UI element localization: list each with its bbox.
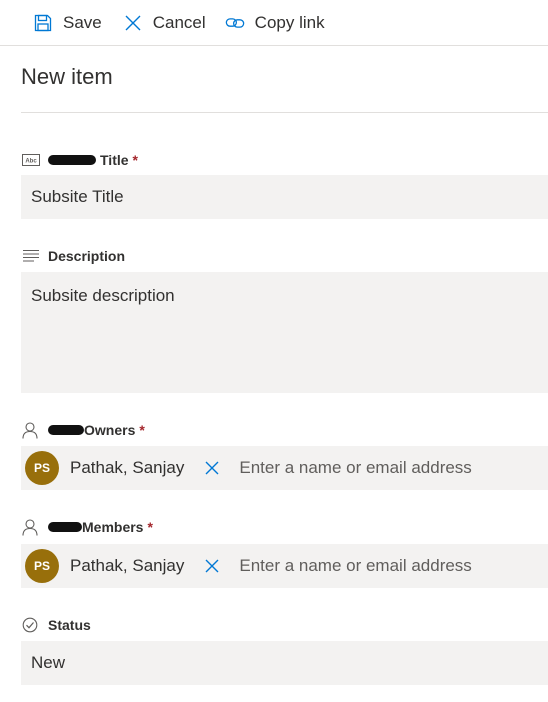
members-search-input[interactable] bbox=[239, 549, 500, 583]
title-field-label: Abc Title * bbox=[22, 151, 138, 169]
required-marker: * bbox=[132, 152, 138, 168]
members-label-text: Members bbox=[82, 519, 144, 535]
member-persona-name: Pathak, Sanjay bbox=[70, 556, 185, 575]
link-icon bbox=[225, 13, 245, 33]
description-field[interactable]: Subsite description bbox=[21, 272, 548, 393]
owners-search-input[interactable] bbox=[239, 451, 500, 485]
choice-check-icon bbox=[22, 616, 42, 634]
title-divider bbox=[21, 112, 548, 113]
remove-member-button[interactable] bbox=[196, 549, 228, 583]
person-icon bbox=[22, 421, 42, 439]
description-label-text: Description bbox=[48, 248, 126, 264]
command-bar: Save Cancel Copy link bbox=[0, 0, 548, 46]
remove-owner-button[interactable] bbox=[196, 451, 228, 485]
owners-people-picker[interactable]: PS Pathak, Sanjay bbox=[21, 446, 548, 490]
cancel-label: Cancel bbox=[152, 12, 206, 32]
member-persona-chip[interactable]: PS Pathak, Sanjay bbox=[25, 549, 229, 583]
status-label-text: Status bbox=[48, 617, 91, 633]
copy-link-label: Copy link bbox=[254, 12, 325, 32]
title-value: Subsite Title bbox=[31, 187, 124, 206]
avatar: PS bbox=[25, 451, 59, 485]
close-icon bbox=[205, 461, 219, 475]
panel-title: New item bbox=[21, 64, 113, 89]
redacted-text bbox=[48, 155, 96, 165]
avatar: PS bbox=[25, 549, 59, 583]
owners-label-text: Owners bbox=[84, 422, 136, 438]
person-icon bbox=[22, 518, 42, 536]
copy-link-button[interactable]: Copy link bbox=[225, 3, 325, 43]
description-value: Subsite description bbox=[31, 286, 175, 305]
members-field-label: Members * bbox=[22, 518, 153, 536]
description-field-label: Description bbox=[22, 247, 125, 265]
required-marker: * bbox=[147, 519, 153, 535]
status-dropdown[interactable]: New bbox=[21, 641, 548, 685]
save-label: Save bbox=[63, 12, 102, 32]
owner-persona-chip[interactable]: PS Pathak, Sanjay bbox=[25, 451, 229, 485]
close-icon bbox=[205, 559, 219, 573]
required-marker: * bbox=[139, 422, 145, 438]
redacted-text bbox=[48, 425, 84, 435]
title-field[interactable]: Subsite Title bbox=[21, 175, 548, 219]
owners-field-label: Owners * bbox=[22, 421, 145, 439]
status-value: New bbox=[31, 653, 66, 672]
members-people-picker[interactable]: PS Pathak, Sanjay bbox=[21, 544, 548, 588]
multiline-text-icon bbox=[22, 247, 42, 265]
svg-text:Abc: Abc bbox=[25, 159, 37, 165]
close-icon bbox=[123, 13, 143, 33]
save-button[interactable]: Save bbox=[33, 3, 102, 43]
title-label-text: Title bbox=[100, 152, 129, 168]
save-icon bbox=[33, 13, 53, 33]
cancel-button[interactable]: Cancel bbox=[123, 3, 206, 43]
owner-persona-name: Pathak, Sanjay bbox=[70, 458, 185, 477]
status-field-label: Status bbox=[22, 616, 91, 634]
text-field-icon: Abc bbox=[22, 151, 42, 169]
redacted-text bbox=[48, 522, 82, 532]
